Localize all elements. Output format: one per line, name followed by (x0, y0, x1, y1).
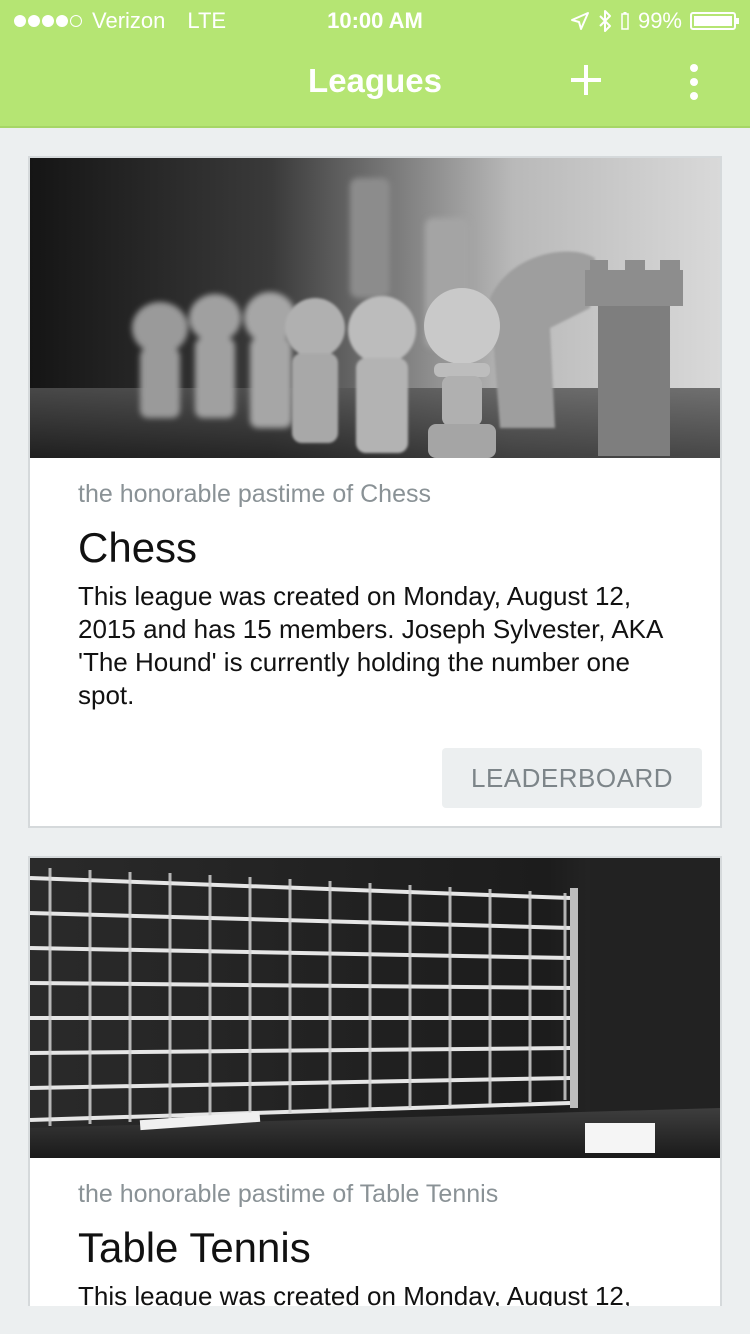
top-bar: Verizon LTE 10:00 AM 99% Leagues (0, 0, 750, 128)
add-league-button[interactable] (566, 60, 606, 100)
league-subtitle: the honorable pastime of Table Tennis (78, 1180, 499, 1208)
battery-percent: 99% (637, 8, 682, 33)
league-title: Chess (78, 524, 198, 571)
status-bar: Verizon LTE 10:00 AM 99% (0, 0, 750, 40)
league-description: This league was created on Monday, Augus… (78, 581, 662, 710)
league-list[interactable]: the honorable pastime of Chess Chess Thi… (0, 128, 750, 1306)
plus-icon (571, 65, 601, 95)
battery-level-fill (694, 16, 732, 26)
more-options-button[interactable] (680, 62, 708, 102)
page-title: Leagues (308, 62, 442, 99)
league-subtitle: the honorable pastime of Chess (78, 480, 431, 508)
chess-pieces-image (30, 158, 720, 458)
location-arrow-icon (570, 12, 589, 30)
league-card-chess[interactable]: the honorable pastime of Chess Chess Thi… (28, 156, 722, 828)
league-card-table-tennis[interactable]: the honorable pastime of Table Tennis Ta… (28, 856, 722, 1306)
table-tennis-net-image (30, 858, 720, 1158)
leaderboard-button[interactable]: LEADERBOARD (442, 748, 702, 808)
more-vertical-icon (690, 64, 698, 100)
league-description: This league was created on Monday, Augus… (78, 1281, 632, 1306)
battery-icon (690, 12, 739, 30)
bluetooth-icon (599, 10, 611, 32)
league-title: Table Tennis (78, 1224, 311, 1271)
status-right: 99% (570, 8, 739, 34)
charging-icon (621, 12, 629, 30)
